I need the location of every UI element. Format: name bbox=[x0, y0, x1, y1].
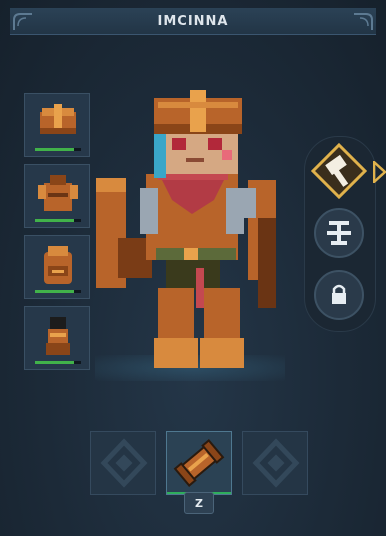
boots-icon bbox=[46, 317, 70, 355]
gear-slot-column bbox=[24, 93, 92, 377]
durability-bar bbox=[35, 219, 81, 222]
durability-bar bbox=[35, 361, 81, 364]
durability-bar bbox=[35, 148, 81, 151]
ability-slot-empty[interactable] bbox=[90, 431, 156, 495]
rail-arrow-icon bbox=[373, 161, 386, 183]
lock-icon[interactable] bbox=[311, 267, 367, 323]
hammer-icon[interactable] bbox=[311, 143, 367, 199]
gear-slot-helmet[interactable] bbox=[24, 93, 90, 157]
ability-slot-equipped[interactable] bbox=[166, 431, 232, 495]
durability-bar bbox=[35, 290, 81, 293]
chestplate-icon bbox=[38, 175, 78, 211]
empty-slot-emblem-icon bbox=[252, 438, 300, 488]
scroll-item-icon bbox=[173, 439, 225, 487]
emblem-icon[interactable] bbox=[311, 205, 367, 261]
ability-slot-empty[interactable] bbox=[242, 431, 308, 495]
backpack-icon bbox=[44, 246, 72, 284]
gear-slot-backpack[interactable] bbox=[24, 235, 90, 299]
title-bar: IMCINNA bbox=[10, 8, 376, 35]
character-name: IMCINNA bbox=[157, 13, 229, 29]
gear-slot-chest[interactable] bbox=[24, 164, 90, 228]
tool-rail bbox=[304, 136, 376, 332]
helmet-icon bbox=[40, 104, 76, 134]
empty-slot-emblem-icon bbox=[100, 438, 148, 488]
gear-slot-boots[interactable] bbox=[24, 306, 90, 370]
keybind-badge: Z bbox=[184, 492, 214, 514]
corner-ornament-icon bbox=[354, 13, 373, 30]
hero-character-model bbox=[96, 90, 276, 368]
character-panel: IMCINNA Z bbox=[0, 0, 386, 536]
corner-ornament-icon bbox=[13, 13, 32, 30]
